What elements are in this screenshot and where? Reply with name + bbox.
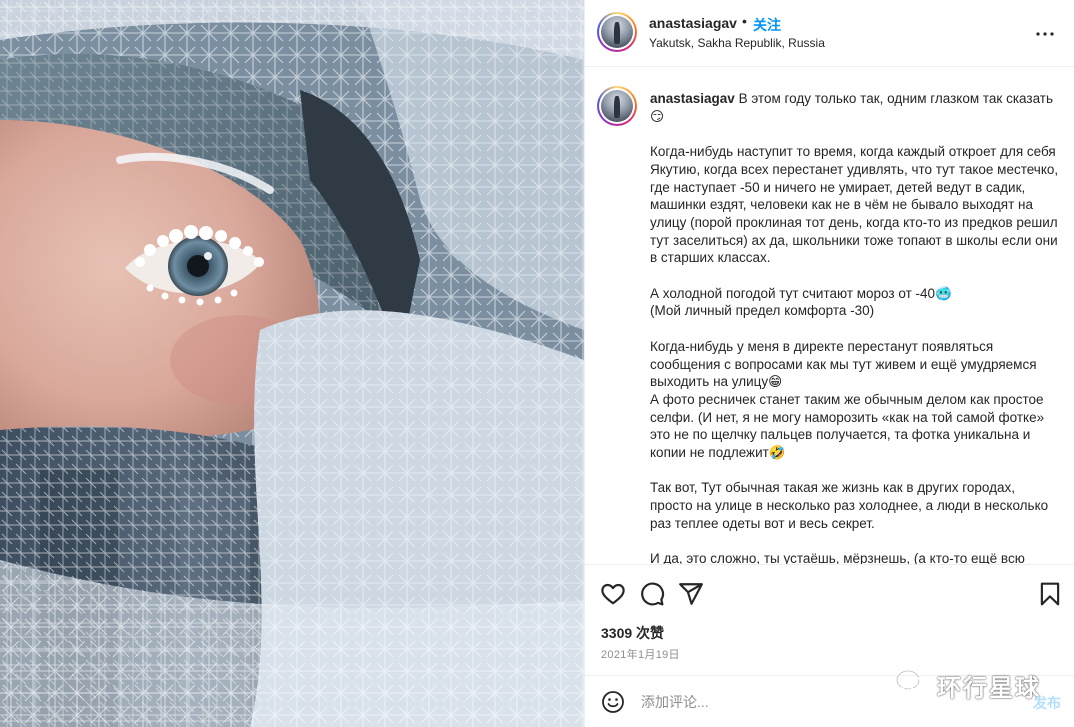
bookmark-icon[interactable] (1037, 581, 1063, 607)
heart-icon[interactable] (600, 581, 626, 607)
post-header: anastasiagav • 关注 Yakutsk, Sakha Republi… (585, 0, 1074, 67)
post-photo-artwork (0, 0, 584, 727)
caption-text: В этом году только так, одним глазком та… (650, 91, 1059, 564)
follow-button[interactable]: 关注 (753, 15, 781, 35)
post-location[interactable]: Yakutsk, Sakha Republik, Russia (649, 36, 825, 50)
post-side-panel: anastasiagav • 关注 Yakutsk, Sakha Republi… (584, 0, 1074, 727)
author-avatar[interactable] (597, 12, 637, 52)
share-icon[interactable] (678, 581, 704, 607)
caption: anastasiagav В этом году только так, одн… (650, 90, 1060, 564)
post-date[interactable]: 2021年1月19日 (601, 646, 680, 662)
smile-icon[interactable] (601, 690, 625, 714)
separator-dot: • (742, 13, 747, 29)
caption-scroll-area[interactable]: anastasiagav В этом году только так, одн… (585, 68, 1074, 564)
caption-username[interactable]: anastasiagav (650, 91, 735, 106)
watermark-text: 环行星球 (937, 675, 1041, 702)
comment-icon[interactable] (639, 581, 665, 607)
likes-count[interactable]: 3309 次赞 (601, 623, 664, 643)
author-username[interactable]: anastasiagav (649, 15, 737, 31)
watermark: 环行星球 (895, 665, 1065, 702)
more-horizontal-icon[interactable] (1033, 22, 1057, 46)
caption-avatar[interactable] (597, 86, 637, 126)
post-photo[interactable] (0, 0, 584, 727)
wechat-icon (895, 669, 928, 693)
